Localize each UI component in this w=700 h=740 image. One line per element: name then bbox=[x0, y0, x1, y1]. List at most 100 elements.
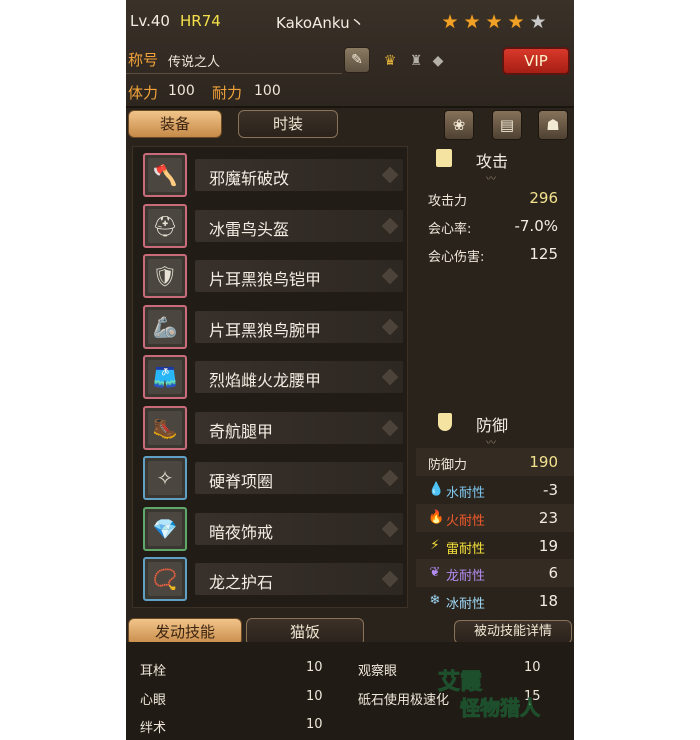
attack-power-row: 攻击力 296 bbox=[416, 184, 574, 212]
title-value: 传说之人 bbox=[168, 55, 221, 70]
crit-damage-row: 会心伤害: 125 bbox=[416, 240, 574, 268]
skill-name: 耳栓 bbox=[140, 664, 167, 679]
armor-set-icon[interactable]: ☗ bbox=[538, 110, 568, 140]
divider: 〰 bbox=[486, 174, 498, 185]
vip-button[interactable]: VIP bbox=[502, 47, 570, 75]
resistance-row: ⚡ 雷耐性 19 bbox=[416, 532, 574, 560]
dragon-icon: ❦ bbox=[429, 565, 441, 581]
stat-value: 125 bbox=[529, 245, 558, 263]
edit-title-button[interactable]: ✎ bbox=[344, 47, 370, 73]
skill-name: 绊术 bbox=[140, 721, 167, 736]
defense-power-row: 防御力 190 bbox=[416, 448, 574, 476]
equipment-slot-icon[interactable]: 🥾 bbox=[143, 405, 187, 450]
rank-stars: ★ ★ ★ ★ ★ bbox=[440, 12, 548, 32]
skill-points: 10 bbox=[306, 689, 323, 704]
skill-name: 心眼 bbox=[140, 693, 167, 708]
equipment-name: 硬脊项圈 bbox=[209, 472, 274, 491]
resistance-value: 23 bbox=[538, 508, 558, 527]
stat-label: 会心率: bbox=[428, 222, 472, 237]
equipment-row[interactable]: 🩳 烈焰雌火龙腰甲 bbox=[137, 355, 405, 401]
equipment-slot-icon[interactable]: ⛑ bbox=[143, 203, 187, 248]
ice-icon: ❄ bbox=[429, 593, 441, 609]
equipment-row[interactable]: ✧ 硬脊项圈 bbox=[137, 456, 405, 502]
stat-label: 会心伤害: bbox=[428, 250, 485, 265]
resistance-value: 18 bbox=[538, 592, 558, 611]
leg-armor-icon: 🥾 bbox=[148, 410, 182, 445]
player-header: Lv.40 HR74 KakoAnku丶 ★ ★ ★ ★ ★ 称号 传说之人 ✎… bbox=[126, 0, 574, 108]
equipment-name: 片耳黑狼鸟腕甲 bbox=[209, 320, 322, 340]
hunter-badge-icon[interactable]: ♜ bbox=[406, 51, 426, 71]
equipment-list: 🪓 邪魔斩破改 ⛑ 冰雷鸟头盔 🛡 片耳黑狼鸟铠甲 🦾 片耳黑狼鸟腕甲 🩳 烈焰雌火龙腰甲 🥾 奇航腿… bbox=[132, 146, 408, 608]
arm-armor-icon: 🦾 bbox=[148, 309, 182, 344]
tab-equipment[interactable]: 装备 bbox=[128, 110, 222, 138]
water-drop-icon: 💧 bbox=[428, 482, 445, 497]
affinity-row: 会心率: -7.0% bbox=[416, 212, 574, 240]
equipment-row[interactable]: 🥾 奇航腿甲 bbox=[137, 405, 405, 452]
star-icon: ★ bbox=[463, 11, 481, 33]
stat-value: 296 bbox=[529, 189, 558, 207]
hunter-skill-icon[interactable]: ❀ bbox=[444, 110, 474, 140]
resistance-row: 🔥 火耐性 23 bbox=[416, 503, 574, 532]
helmet-icon: ⛑ bbox=[148, 208, 182, 243]
stat-value: -7.0% bbox=[514, 217, 558, 235]
star-icon: ★ bbox=[485, 11, 503, 33]
quest-scroll-icon[interactable]: ▤ bbox=[492, 110, 522, 140]
resistance-label: 冰耐性 bbox=[446, 597, 486, 613]
equipment-slot-icon[interactable]: 🦾 bbox=[143, 304, 187, 349]
attack-header: 攻击 〰 bbox=[416, 142, 574, 185]
talisman-icon: 📿 bbox=[148, 562, 182, 596]
tab-fashion[interactable]: 时装 bbox=[238, 110, 338, 138]
star-icon: ★ bbox=[507, 11, 525, 33]
equipment-name: 烈焰雌火龙腰甲 bbox=[209, 371, 322, 390]
waist-armor-icon: 🩳 bbox=[148, 360, 182, 394]
equipment-slot-icon[interactable]: 📿 bbox=[143, 557, 187, 601]
equipment-slot-icon[interactable]: 💎 bbox=[143, 506, 187, 551]
stat-label: 防御力 bbox=[428, 458, 468, 473]
equipment-row[interactable]: 📿 龙之护石 bbox=[137, 557, 405, 603]
player-level: Lv.40 bbox=[130, 12, 170, 30]
skill-points: 10 bbox=[306, 660, 323, 675]
star-icon: ★ bbox=[441, 11, 459, 33]
attack-icon bbox=[436, 149, 452, 167]
skill-name: 观察眼 bbox=[358, 664, 398, 679]
equipment-slot-icon[interactable]: ✧ bbox=[143, 456, 187, 500]
necklace-icon: ✧ bbox=[148, 461, 182, 495]
equipment-name: 冰雷鸟头盔 bbox=[209, 219, 290, 239]
endurance-value: 100 bbox=[254, 83, 281, 99]
stamina-label: 体力 bbox=[128, 84, 159, 102]
equipment-slot-icon[interactable]: 🛡 bbox=[143, 254, 187, 298]
gem-badge-icon[interactable]: ◆ bbox=[428, 51, 448, 71]
equipment-name: 龙之护石 bbox=[209, 573, 274, 592]
defense-header: 防御 〰 bbox=[416, 406, 574, 449]
weapon-axe-icon: 🪓 bbox=[148, 158, 182, 192]
equipment-row[interactable]: ⛑ 冰雷鸟头盔 bbox=[137, 203, 405, 250]
fire-icon: 🔥 bbox=[428, 509, 445, 525]
resistance-label: 雷耐性 bbox=[446, 541, 486, 557]
resistance-label: 火耐性 bbox=[446, 513, 486, 529]
pencil-icon: ✎ bbox=[351, 52, 363, 68]
passive-skill-detail-button[interactable]: 被动技能详情 bbox=[454, 620, 572, 644]
site-watermark: 艾霞 怪物猎人 bbox=[428, 664, 568, 734]
ring-icon: 💎 bbox=[148, 511, 182, 546]
equipment-slot-icon[interactable]: 🪓 bbox=[143, 153, 187, 197]
hunter-rank: HR74 bbox=[180, 12, 221, 30]
player-name: KakoAnku丶 bbox=[276, 14, 365, 32]
guild-emblem-icon[interactable]: ♛ bbox=[380, 51, 400, 71]
equipment-row[interactable]: 🛡 片耳黑狼鸟铠甲 bbox=[137, 254, 405, 300]
endurance-label: 耐力 bbox=[212, 84, 243, 102]
star-empty-icon: ★ bbox=[529, 11, 547, 33]
thunder-icon: ⚡ bbox=[430, 537, 440, 553]
equipment-row[interactable]: 🦾 片耳黑狼鸟腕甲 bbox=[137, 304, 405, 351]
defense-icon bbox=[438, 413, 452, 431]
resistance-value: -3 bbox=[543, 481, 558, 499]
equipment-slot-icon[interactable]: 🩳 bbox=[143, 355, 187, 399]
resistance-row: 💧 水耐性 -3 bbox=[416, 476, 574, 504]
resistance-label: 水耐性 bbox=[446, 486, 486, 501]
equipment-row[interactable]: 🪓 邪魔斩破改 bbox=[137, 153, 405, 199]
stat-label: 攻击力 bbox=[428, 194, 468, 209]
attack-title: 攻击 bbox=[476, 152, 509, 171]
equipment-row[interactable]: 💎 暗夜饰戒 bbox=[137, 506, 405, 553]
equipment-name: 奇航腿甲 bbox=[209, 421, 274, 441]
stamina-value: 100 bbox=[168, 83, 195, 99]
divider: 〰 bbox=[486, 438, 498, 449]
